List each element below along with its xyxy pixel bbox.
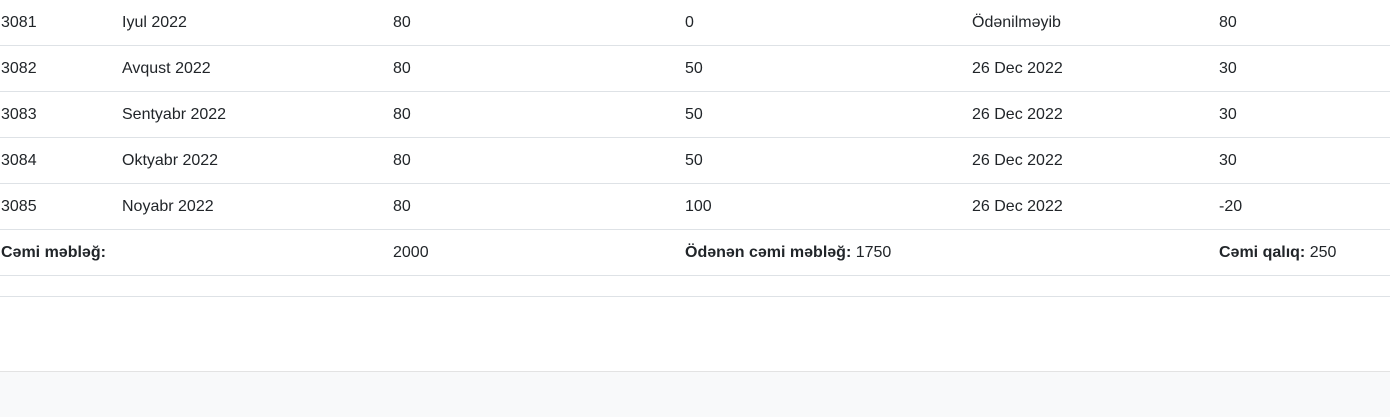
- table-row: 3082 Avqust 2022 80 50 26 Dec 2022 30: [0, 45, 1390, 92]
- table-row: 3081 Iyul 2022 80 0 Ödənilməyib 80: [0, 0, 1390, 46]
- cell-id: 3083: [0, 91, 122, 138]
- cell-amount: 80: [393, 91, 685, 138]
- cell-month: Avqust 2022: [122, 45, 393, 92]
- cell-month: Iyul 2022: [122, 0, 393, 46]
- cell-month: Sentyabr 2022: [122, 91, 393, 138]
- cell-paid: 0: [685, 0, 972, 46]
- cell-date: 26 Dec 2022: [972, 45, 1219, 92]
- cell-id: 3085: [0, 183, 122, 230]
- empty-row: [0, 275, 1390, 297]
- totals-row: Cəmi məbləğ: 2000 Ödənən cəmi məbləğ: 17…: [0, 229, 1390, 276]
- total-label: Cəmi məbləğ:: [1, 243, 106, 261]
- paid-total-label: Ödənən cəmi məbləğ:: [685, 243, 852, 261]
- table-row: 3084 Oktyabr 2022 80 50 26 Dec 2022 30: [0, 137, 1390, 184]
- cell-remaining: 80: [1219, 0, 1390, 46]
- cell-date: 26 Dec 2022: [972, 183, 1219, 230]
- cell-amount: 80: [393, 183, 685, 230]
- cell-id: 3081: [0, 0, 122, 46]
- cell-id: 3082: [0, 45, 122, 92]
- remaining-total-value: 250: [1309, 243, 1337, 261]
- paid-total-value: 1750: [855, 243, 892, 261]
- cell-month: Noyabr 2022: [122, 183, 393, 230]
- cell-paid: 50: [685, 45, 972, 92]
- cell-date: 26 Dec 2022: [972, 91, 1219, 138]
- cell-month: Oktyabr 2022: [122, 137, 393, 184]
- remaining-total-label: Cəmi qalıq:: [1219, 243, 1306, 261]
- cell-paid: 100: [685, 183, 972, 230]
- cell-remaining: 30: [1219, 137, 1390, 184]
- payments-card: 3081 Iyul 2022 80 0 Ödənilməyib 80 3082 Avqust …: [0, 0, 1390, 372]
- cell-id: 3084: [0, 137, 122, 184]
- cell-remaining: -20: [1219, 183, 1390, 230]
- cell-paid: 50: [685, 91, 972, 138]
- cell-paid: 50: [685, 137, 972, 184]
- cell-remaining: 30: [1219, 91, 1390, 138]
- table-row: 3085 Noyabr 2022 80 100 26 Dec 2022 -20: [0, 183, 1390, 230]
- total-value: 2000: [393, 243, 429, 261]
- cell-date: Ödənilməyib: [972, 0, 1219, 46]
- cell-amount: 80: [393, 45, 685, 92]
- cell-amount: 80: [393, 137, 685, 184]
- cell-amount: 80: [393, 0, 685, 46]
- cell-remaining: 30: [1219, 45, 1390, 92]
- payments-table: 3081 Iyul 2022 80 0 Ödənilməyib 80 3082 Avqust …: [0, 0, 1390, 297]
- cell-date: 26 Dec 2022: [972, 137, 1219, 184]
- table-row: 3083 Sentyabr 2022 80 50 26 Dec 2022 30: [0, 91, 1390, 138]
